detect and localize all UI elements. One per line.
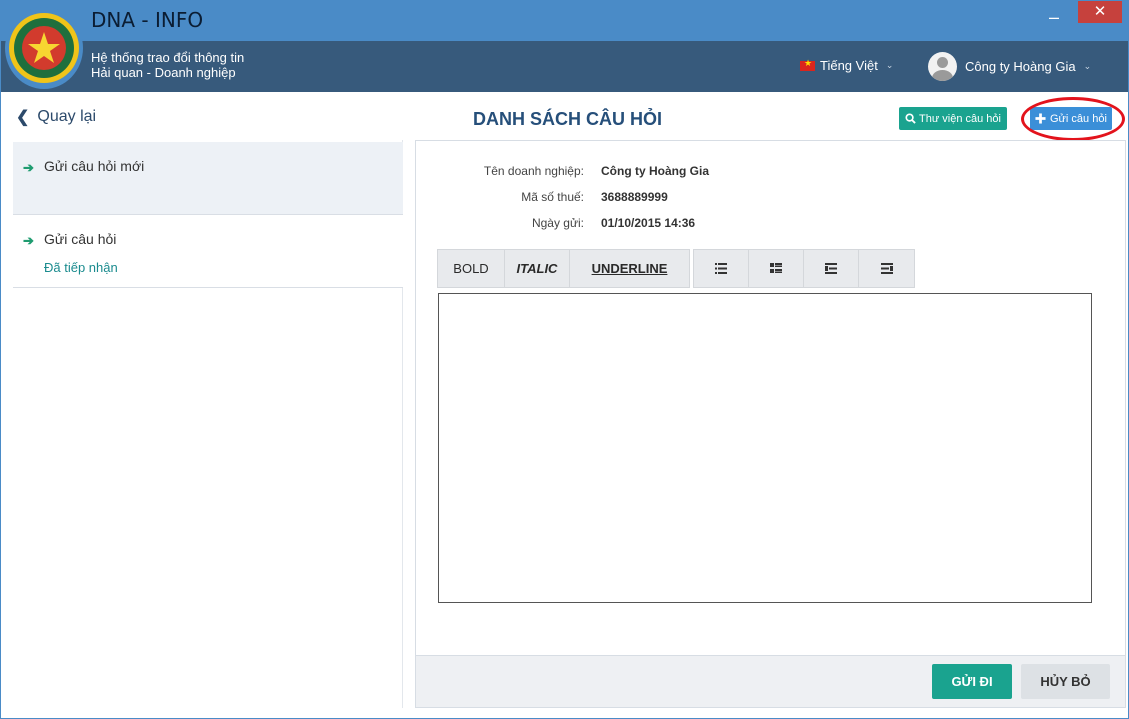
sign-in-icon: ➔: [23, 160, 34, 175]
indent-icon[interactable]: [859, 250, 914, 287]
chevron-down-icon: ⌄: [885, 60, 894, 70]
editor-toolbar: BOLD ITALIC UNDERLINE: [437, 249, 915, 288]
sidebar-item-label: Gửi câu hỏi mới: [44, 158, 145, 174]
outdent-icon[interactable]: [804, 250, 859, 287]
ordered-list-icon[interactable]: [749, 250, 804, 287]
bold-button[interactable]: BOLD: [438, 250, 505, 287]
app-title: DNA - INFO: [91, 8, 204, 32]
app-window: DNA - INFO Hệ thống trao đổi thông tin H…: [0, 0, 1129, 719]
tax-code-label: Mã số thuế:: [521, 190, 584, 204]
vietnam-flag-icon: [800, 58, 815, 71]
underline-button[interactable]: UNDERLINE: [570, 250, 689, 287]
back-button[interactable]: ❮ Quay lại: [16, 107, 96, 127]
close-button[interactable]: ✕: [1078, 1, 1122, 23]
question-library-button[interactable]: Thư viện câu hỏi: [899, 107, 1007, 130]
language-label: Tiếng Việt: [820, 58, 878, 73]
form-footer: [416, 655, 1125, 707]
sign-in-icon: ➔: [23, 233, 34, 248]
user-name: Công ty Hoàng Gia: [965, 59, 1076, 74]
cancel-button[interactable]: HỦY BỎ: [1021, 664, 1110, 699]
chevron-down-icon: ⌄: [1083, 61, 1092, 71]
avatar: [928, 52, 957, 81]
customs-emblem-icon: [9, 13, 79, 83]
logo: [5, 7, 83, 89]
send-button[interactable]: GỬI ĐI: [932, 664, 1012, 699]
sidebar-item-status: Đã tiếp nhận: [44, 260, 118, 275]
unordered-list-icon[interactable]: [694, 250, 749, 287]
italic-button[interactable]: ITALIC: [505, 250, 570, 287]
company-label: Tên doanh nghiệp:: [483, 164, 584, 178]
list-indent-group: [693, 249, 915, 288]
app-subtitle-line1: Hệ thống trao đổi thông tin: [91, 50, 245, 65]
send-date-value: 01/10/2015 14:36: [601, 216, 696, 230]
text-style-group: BOLD ITALIC UNDERLINE: [437, 249, 690, 288]
sidebar-item-new-question[interactable]: ➔ Gửi câu hỏi mới: [13, 142, 403, 215]
minimize-button[interactable]: –: [1041, 7, 1067, 27]
sidebar-item-sent-question[interactable]: ➔ Gửi câu hỏi Đã tiếp nhận: [13, 215, 403, 288]
question-library-label: Thư viện câu hỏi: [919, 112, 1001, 125]
highlight-annotation: [1021, 97, 1125, 141]
app-subtitle-line2: Hải quan - Doanh nghiệp: [91, 65, 236, 80]
question-textarea[interactable]: [438, 293, 1092, 603]
language-selector[interactable]: Tiếng Việt ⌄: [800, 58, 893, 73]
send-date-label: Ngày gửi:: [531, 216, 584, 230]
chevron-left-icon: ❮: [16, 109, 30, 126]
tax-code-value: 3688889999: [601, 190, 668, 204]
back-label: Quay lại: [37, 108, 97, 125]
sidebar-item-label: Gửi câu hỏi: [44, 231, 117, 247]
page-title: DANH SÁCH CÂU HỎI: [473, 109, 662, 129]
search-icon: [905, 113, 916, 124]
company-value: Công ty Hoàng Gia: [601, 164, 709, 178]
user-menu[interactable]: Công ty Hoàng Gia ⌄: [928, 52, 1091, 81]
